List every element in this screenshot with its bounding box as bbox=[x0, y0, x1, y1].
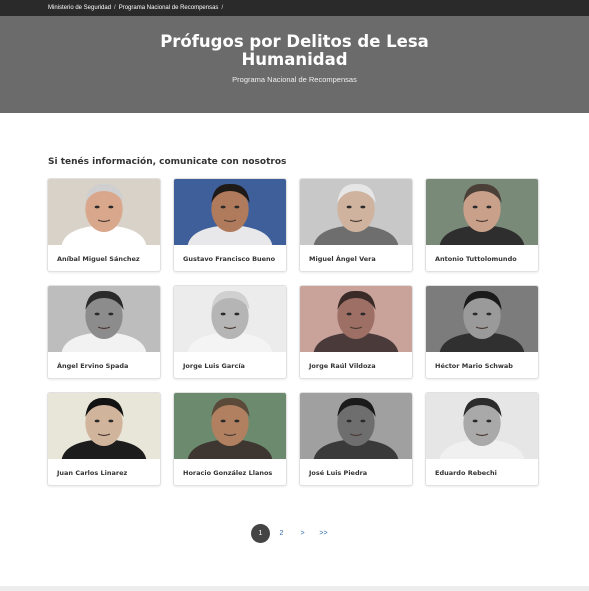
fugitive-name: Eduardo Rebechi bbox=[435, 469, 497, 477]
fugitive-name: Jorge Luis García bbox=[183, 362, 245, 370]
fugitive-photo bbox=[426, 179, 538, 245]
fugitive-name: Aníbal Miguel Sánchez bbox=[57, 255, 140, 263]
fugitive-card[interactable]: Héctor Mario Schwab bbox=[425, 285, 539, 379]
fugitive-photo bbox=[48, 179, 160, 245]
pagination: 1 2 > >> bbox=[251, 524, 335, 543]
fugitive-name: Ángel Ervino Spada bbox=[57, 362, 129, 370]
fugitive-photo bbox=[426, 286, 538, 352]
fugitive-card[interactable]: Miguel Ángel Vera bbox=[299, 178, 413, 272]
fugitive-photo bbox=[300, 393, 412, 459]
section-title: Si tenés información, comunicate con nos… bbox=[48, 157, 287, 167]
page-button-1[interactable]: 1 bbox=[251, 524, 270, 543]
fugitive-name: José Luis Piedra bbox=[309, 469, 368, 477]
fugitive-name: Gustavo Francisco Bueno bbox=[183, 255, 276, 263]
breadcrumb: Ministerio de Seguridad / Programa Nacio… bbox=[0, 0, 589, 16]
hero-banner: Prófugos por Delitos de Lesa Humanidad P… bbox=[0, 16, 589, 113]
fugitive-name: Miguel Ángel Vera bbox=[309, 255, 376, 263]
fugitive-photo bbox=[174, 286, 286, 352]
breadcrumb-item-ministerio[interactable]: Ministerio de Seguridad bbox=[48, 0, 111, 16]
fugitive-photo bbox=[426, 393, 538, 459]
last-page-button[interactable]: >> bbox=[314, 524, 333, 543]
fugitive-name: Antonio Tuttolomundo bbox=[435, 255, 517, 263]
fugitive-card[interactable]: Gustavo Francisco Bueno bbox=[173, 178, 287, 272]
fugitive-photo bbox=[174, 179, 286, 245]
page-button-2[interactable]: 2 bbox=[272, 524, 291, 543]
fugitive-photo bbox=[174, 393, 286, 459]
fugitive-photo bbox=[48, 393, 160, 459]
fugitive-name: Héctor Mario Schwab bbox=[435, 362, 513, 370]
breadcrumb-separator: / bbox=[221, 5, 224, 11]
fugitive-card[interactable]: Jorge Luis García bbox=[173, 285, 287, 379]
fugitive-name: Jorge Raúl Vildoza bbox=[309, 362, 376, 370]
page-subtitle: Programa Nacional de Recompensas bbox=[232, 75, 357, 84]
breadcrumb-item-programa[interactable]: Programa Nacional de Recompensas bbox=[119, 0, 219, 16]
fugitive-card[interactable]: Antonio Tuttolomundo bbox=[425, 178, 539, 272]
fugitive-photo bbox=[300, 286, 412, 352]
fugitive-name: Juan Carlos Linarez bbox=[57, 469, 128, 477]
footer-divider bbox=[0, 586, 589, 591]
next-page-button[interactable]: > bbox=[293, 524, 312, 543]
fugitive-card[interactable]: Aníbal Miguel Sánchez bbox=[47, 178, 161, 272]
fugitive-card[interactable]: Horacio González Llanos bbox=[173, 392, 287, 486]
fugitive-grid: Aníbal Miguel Sánchez Gustavo Francisco B… bbox=[47, 178, 541, 486]
page-title: Prófugos por Delitos de Lesa Humanidad bbox=[160, 32, 429, 69]
breadcrumb-separator: / bbox=[114, 5, 116, 11]
fugitive-photo bbox=[48, 286, 160, 352]
fugitive-card[interactable]: Jorge Raúl Vildoza bbox=[299, 285, 413, 379]
fugitive-card[interactable]: Eduardo Rebechi bbox=[425, 392, 539, 486]
fugitive-photo bbox=[300, 179, 412, 245]
fugitive-card[interactable]: Juan Carlos Linarez bbox=[47, 392, 161, 486]
fugitive-card[interactable]: Ángel Ervino Spada bbox=[47, 285, 161, 379]
fugitive-card[interactable]: José Luis Piedra bbox=[299, 392, 413, 486]
fugitive-name: Horacio González Llanos bbox=[183, 469, 273, 477]
